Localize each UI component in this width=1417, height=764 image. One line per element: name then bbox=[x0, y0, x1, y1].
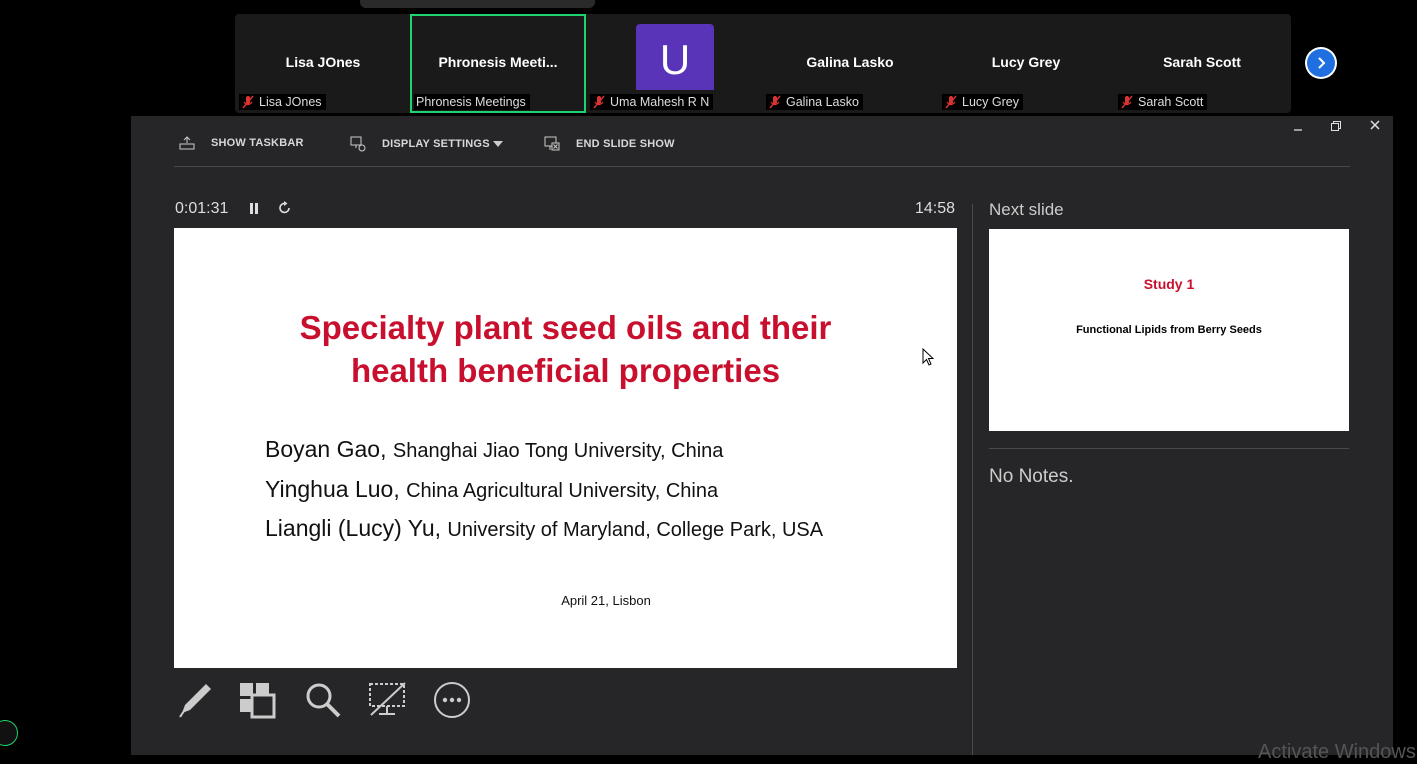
slide-author: Liangli (Lucy) Yu, University of Marylan… bbox=[265, 515, 823, 542]
edge-app-icon[interactable] bbox=[0, 720, 18, 746]
participant-tile-phronesis[interactable]: Phronesis Meeti... Phronesis Meetings bbox=[410, 14, 586, 113]
participant-tile-uma[interactable]: U Uma Mahesh R N bbox=[586, 14, 762, 113]
participant-label: Phronesis Meetings bbox=[414, 94, 530, 110]
mouse-cursor-icon bbox=[922, 348, 935, 366]
end-slideshow-icon bbox=[544, 136, 560, 151]
participant-tile-sarah[interactable]: Sarah Scott Sarah Scott bbox=[1114, 14, 1290, 113]
screen-off-icon bbox=[369, 682, 406, 716]
minimize-button[interactable] bbox=[1288, 118, 1308, 135]
author-name: Liangli (Lucy) Yu, bbox=[265, 515, 442, 541]
see-all-slides-button[interactable] bbox=[238, 681, 276, 721]
end-slide-show-label: END SLIDE SHOW bbox=[576, 138, 675, 150]
participant-name: Galina Lasko bbox=[806, 54, 894, 70]
pause-button[interactable] bbox=[248, 202, 260, 221]
show-taskbar-button[interactable]: SHOW TASKBAR bbox=[179, 136, 304, 150]
display-settings-icon bbox=[350, 136, 366, 152]
author-name: Boyan Gao, bbox=[265, 436, 387, 462]
participant-tile-lucy[interactable]: Lucy Grey Lucy Grey bbox=[938, 14, 1114, 113]
restore-button[interactable] bbox=[1326, 119, 1346, 135]
restart-timer-button[interactable] bbox=[278, 201, 292, 220]
toolbar-divider bbox=[174, 166, 1350, 167]
participant-label: Lucy Grey bbox=[942, 94, 1023, 110]
mic-muted-icon bbox=[1121, 95, 1133, 109]
presenter-view-window: SHOW TASKBAR DISPLAY SETTINGS END SLIDE … bbox=[131, 116, 1393, 755]
pen-tool-button[interactable] bbox=[176, 681, 214, 721]
current-slide: Specialty plant seed oils and their heal… bbox=[174, 228, 957, 668]
author-affiliation: University of Maryland, College Park, US… bbox=[447, 519, 824, 541]
show-taskbar-label: SHOW TASKBAR bbox=[211, 137, 304, 149]
grid-slides-icon bbox=[240, 683, 276, 719]
participant-label: Galina Lasko bbox=[766, 94, 863, 110]
top-handle bbox=[360, 0, 595, 8]
display-settings-button[interactable]: DISPLAY SETTINGS bbox=[350, 136, 503, 152]
caret-down-icon bbox=[492, 141, 503, 147]
zoom-slide-button[interactable] bbox=[304, 681, 342, 721]
participant-label: Uma Mahesh R N bbox=[590, 94, 714, 110]
participant-label: Sarah Scott bbox=[1118, 94, 1208, 110]
notes-divider bbox=[989, 448, 1349, 449]
participant-tile-galina[interactable]: Galina Lasko Galina Lasko bbox=[762, 14, 938, 113]
display-settings-label: DISPLAY SETTINGS bbox=[382, 138, 490, 150]
avatar: U bbox=[636, 24, 714, 90]
pause-icon bbox=[250, 203, 258, 214]
mic-muted-icon bbox=[593, 95, 605, 109]
chevron-right-icon bbox=[1307, 49, 1335, 77]
participant-label-text: Lisa JOnes bbox=[259, 95, 322, 109]
slide-author: Yinghua Luo, China Agricultural Universi… bbox=[265, 476, 718, 503]
next-participants-button[interactable] bbox=[1305, 47, 1337, 79]
participant-name: Sarah Scott bbox=[1163, 54, 1241, 70]
close-button[interactable] bbox=[1365, 118, 1385, 134]
pen-icon bbox=[179, 684, 211, 718]
participant-name: Lisa JOnes bbox=[285, 54, 361, 70]
participant-label-text: Lucy Grey bbox=[962, 95, 1019, 109]
participant-label-text: Uma Mahesh R N bbox=[610, 95, 710, 109]
black-screen-button[interactable] bbox=[367, 681, 407, 721]
author-name: Yinghua Luo, bbox=[265, 476, 400, 502]
next-slide-subtitle: Functional Lipids from Berry Seeds bbox=[1076, 324, 1262, 336]
next-slide-title: Study 1 bbox=[1143, 276, 1195, 292]
more-icon bbox=[434, 682, 470, 718]
participant-label: Lisa JOnes bbox=[239, 94, 326, 110]
minimize-icon bbox=[1294, 129, 1302, 131]
mic-muted-icon bbox=[242, 95, 254, 109]
next-slide-label: Next slide bbox=[989, 200, 1064, 219]
slide-title-line-1: Specialty plant seed oils and their bbox=[299, 309, 832, 346]
restart-icon bbox=[279, 201, 290, 214]
slide-author: Boyan Gao, Shanghai Jiao Tong University… bbox=[265, 436, 723, 463]
slide-title: Specialty plant seed oils and their heal… bbox=[174, 306, 957, 392]
slide-title-line-2: health beneficial properties bbox=[350, 352, 781, 389]
activate-windows-watermark: Activate Windows bbox=[1258, 741, 1416, 763]
close-icon bbox=[1370, 120, 1380, 130]
taskbar-icon bbox=[179, 136, 195, 150]
restore-icon bbox=[1331, 121, 1341, 131]
magnifier-icon bbox=[306, 683, 341, 718]
participant-label-text: Sarah Scott bbox=[1138, 95, 1204, 109]
current-time: 14:58 bbox=[915, 200, 956, 217]
slide-date: April 21, Lisbon bbox=[561, 593, 651, 608]
author-affiliation: Shanghai Jiao Tong University, China bbox=[392, 440, 724, 462]
participant-label-text: Galina Lasko bbox=[786, 95, 859, 109]
pane-divider bbox=[972, 204, 973, 755]
end-slide-show-button[interactable]: END SLIDE SHOW bbox=[544, 136, 675, 152]
elapsed-timer: 0:01:31 bbox=[175, 200, 229, 217]
participant-name: Phronesis Meeti... bbox=[438, 54, 558, 70]
author-affiliation: China Agricultural University, China bbox=[406, 480, 719, 502]
participant-tile-lisa[interactable]: Lisa JOnes Lisa JOnes bbox=[235, 14, 411, 113]
mic-muted-icon bbox=[945, 95, 957, 109]
next-slide-thumbnail[interactable]: Study 1 Functional Lipids from Berry See… bbox=[989, 229, 1349, 431]
participant-label-text: Phronesis Meetings bbox=[416, 95, 526, 109]
speaker-notes: No Notes. bbox=[989, 466, 1074, 487]
participant-name: Lucy Grey bbox=[991, 54, 1061, 70]
more-options-button[interactable] bbox=[433, 681, 471, 721]
mic-muted-icon bbox=[769, 95, 781, 109]
